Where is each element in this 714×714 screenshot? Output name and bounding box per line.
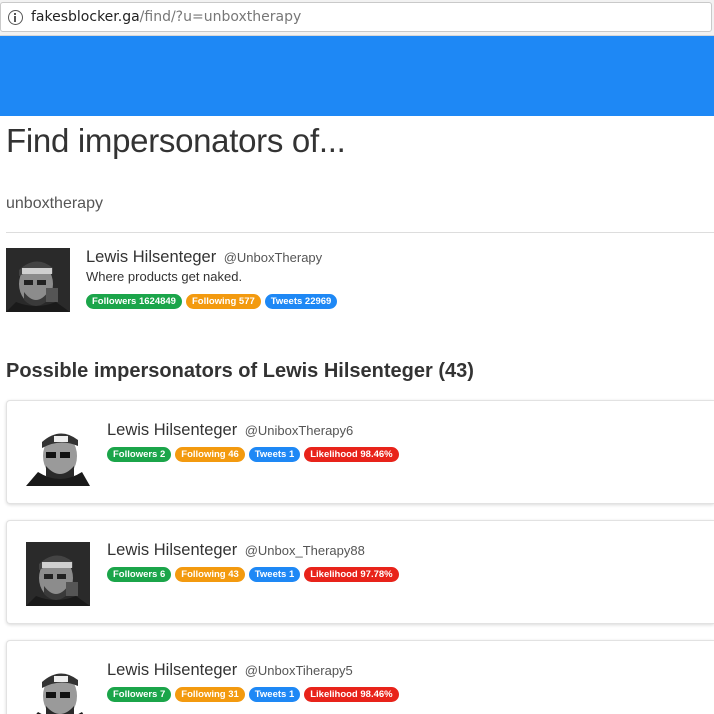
- impersonator-card[interactable]: Lewis Hilsenteger @UnboxTiherapy5 Follow…: [6, 640, 714, 714]
- profile-badges: Followers 1624849 Following 577 Tweets 2…: [86, 294, 338, 309]
- impersonator-name[interactable]: Lewis Hilsenteger: [107, 421, 237, 439]
- impersonator-name-row: Lewis Hilsenteger @UnboxTiherapy5: [107, 661, 353, 680]
- profile-name[interactable]: Lewis Hilsenteger: [86, 248, 216, 266]
- profile-handle[interactable]: @UnboxTherapy: [224, 250, 322, 265]
- url-host: fakesblocker.ga: [31, 9, 140, 25]
- impersonator-name-row: Lewis Hilsenteger @Unbox_Therapy88: [107, 541, 365, 560]
- following-badge: Following 577: [185, 294, 261, 309]
- impersonator-badges: Followers 2 Following 46 Tweets 1 Likeli…: [107, 447, 399, 462]
- page-title: Find impersonators of...: [6, 122, 346, 159]
- impersonator-card[interactable]: Lewis Hilsenteger @UniboxTherapy6 Follow…: [6, 400, 714, 504]
- impersonator-handle[interactable]: @UnboxTiherapy5: [245, 663, 353, 678]
- impersonator-name[interactable]: Lewis Hilsenteger: [107, 541, 237, 559]
- url-text[interactable]: fakesblocker.ga/find/?u=unboxtherapy: [31, 9, 301, 25]
- target-profile: Lewis Hilsenteger @UnboxTherapy Where pr…: [6, 248, 706, 318]
- address-field[interactable]: fakesblocker.ga/find/?u=unboxtherapy: [0, 2, 712, 32]
- likelihood-badge: Likelihood 98.46%: [304, 687, 399, 702]
- tweets-badge: Tweets 1: [248, 687, 301, 702]
- divider: [6, 232, 714, 233]
- tweets-badge: Tweets 1: [248, 567, 301, 582]
- likelihood-badge: Likelihood 97.78%: [304, 567, 399, 582]
- following-badge: Following 46: [175, 447, 245, 462]
- info-icon[interactable]: [8, 9, 23, 25]
- impersonator-card[interactable]: Lewis Hilsenteger @Unbox_Therapy88 Follo…: [6, 520, 714, 624]
- tweets-badge: Tweets 1: [248, 447, 301, 462]
- profile-name-row: Lewis Hilsenteger @UnboxTherapy: [86, 248, 322, 267]
- avatar[interactable]: [26, 542, 90, 606]
- browser-url-bar: fakesblocker.ga/find/?u=unboxtherapy: [0, 0, 714, 36]
- followers-badge: Followers 1624849: [86, 294, 182, 309]
- impersonator-name[interactable]: Lewis Hilsenteger: [107, 661, 237, 679]
- likelihood-badge: Likelihood 98.46%: [304, 447, 399, 462]
- impersonator-handle[interactable]: @Unbox_Therapy88: [245, 543, 365, 558]
- section-title: Possible impersonators of Lewis Hilsente…: [6, 360, 474, 382]
- avatar[interactable]: [6, 248, 70, 312]
- tweets-badge: Tweets 22969: [264, 294, 338, 309]
- following-badge: Following 43: [175, 567, 245, 582]
- impersonator-badges: Followers 6 Following 43 Tweets 1 Likeli…: [107, 567, 399, 582]
- avatar[interactable]: [26, 422, 90, 486]
- impersonator-badges: Followers 7 Following 31 Tweets 1 Likeli…: [107, 687, 399, 702]
- following-badge: Following 31: [175, 687, 245, 702]
- profile-bio: Where products get naked.: [86, 269, 243, 284]
- impersonator-handle[interactable]: @UniboxTherapy6: [245, 423, 354, 438]
- url-path: /find/?u=unboxtherapy: [139, 9, 302, 25]
- impersonator-name-row: Lewis Hilsenteger @UniboxTherapy6: [107, 421, 353, 440]
- search-query: unboxtherapy: [6, 195, 103, 212]
- avatar[interactable]: [26, 662, 90, 714]
- top-navbar: [0, 36, 714, 116]
- followers-badge: Followers 6: [107, 567, 172, 582]
- followers-badge: Followers 2: [107, 447, 172, 462]
- followers-badge: Followers 7: [107, 687, 172, 702]
